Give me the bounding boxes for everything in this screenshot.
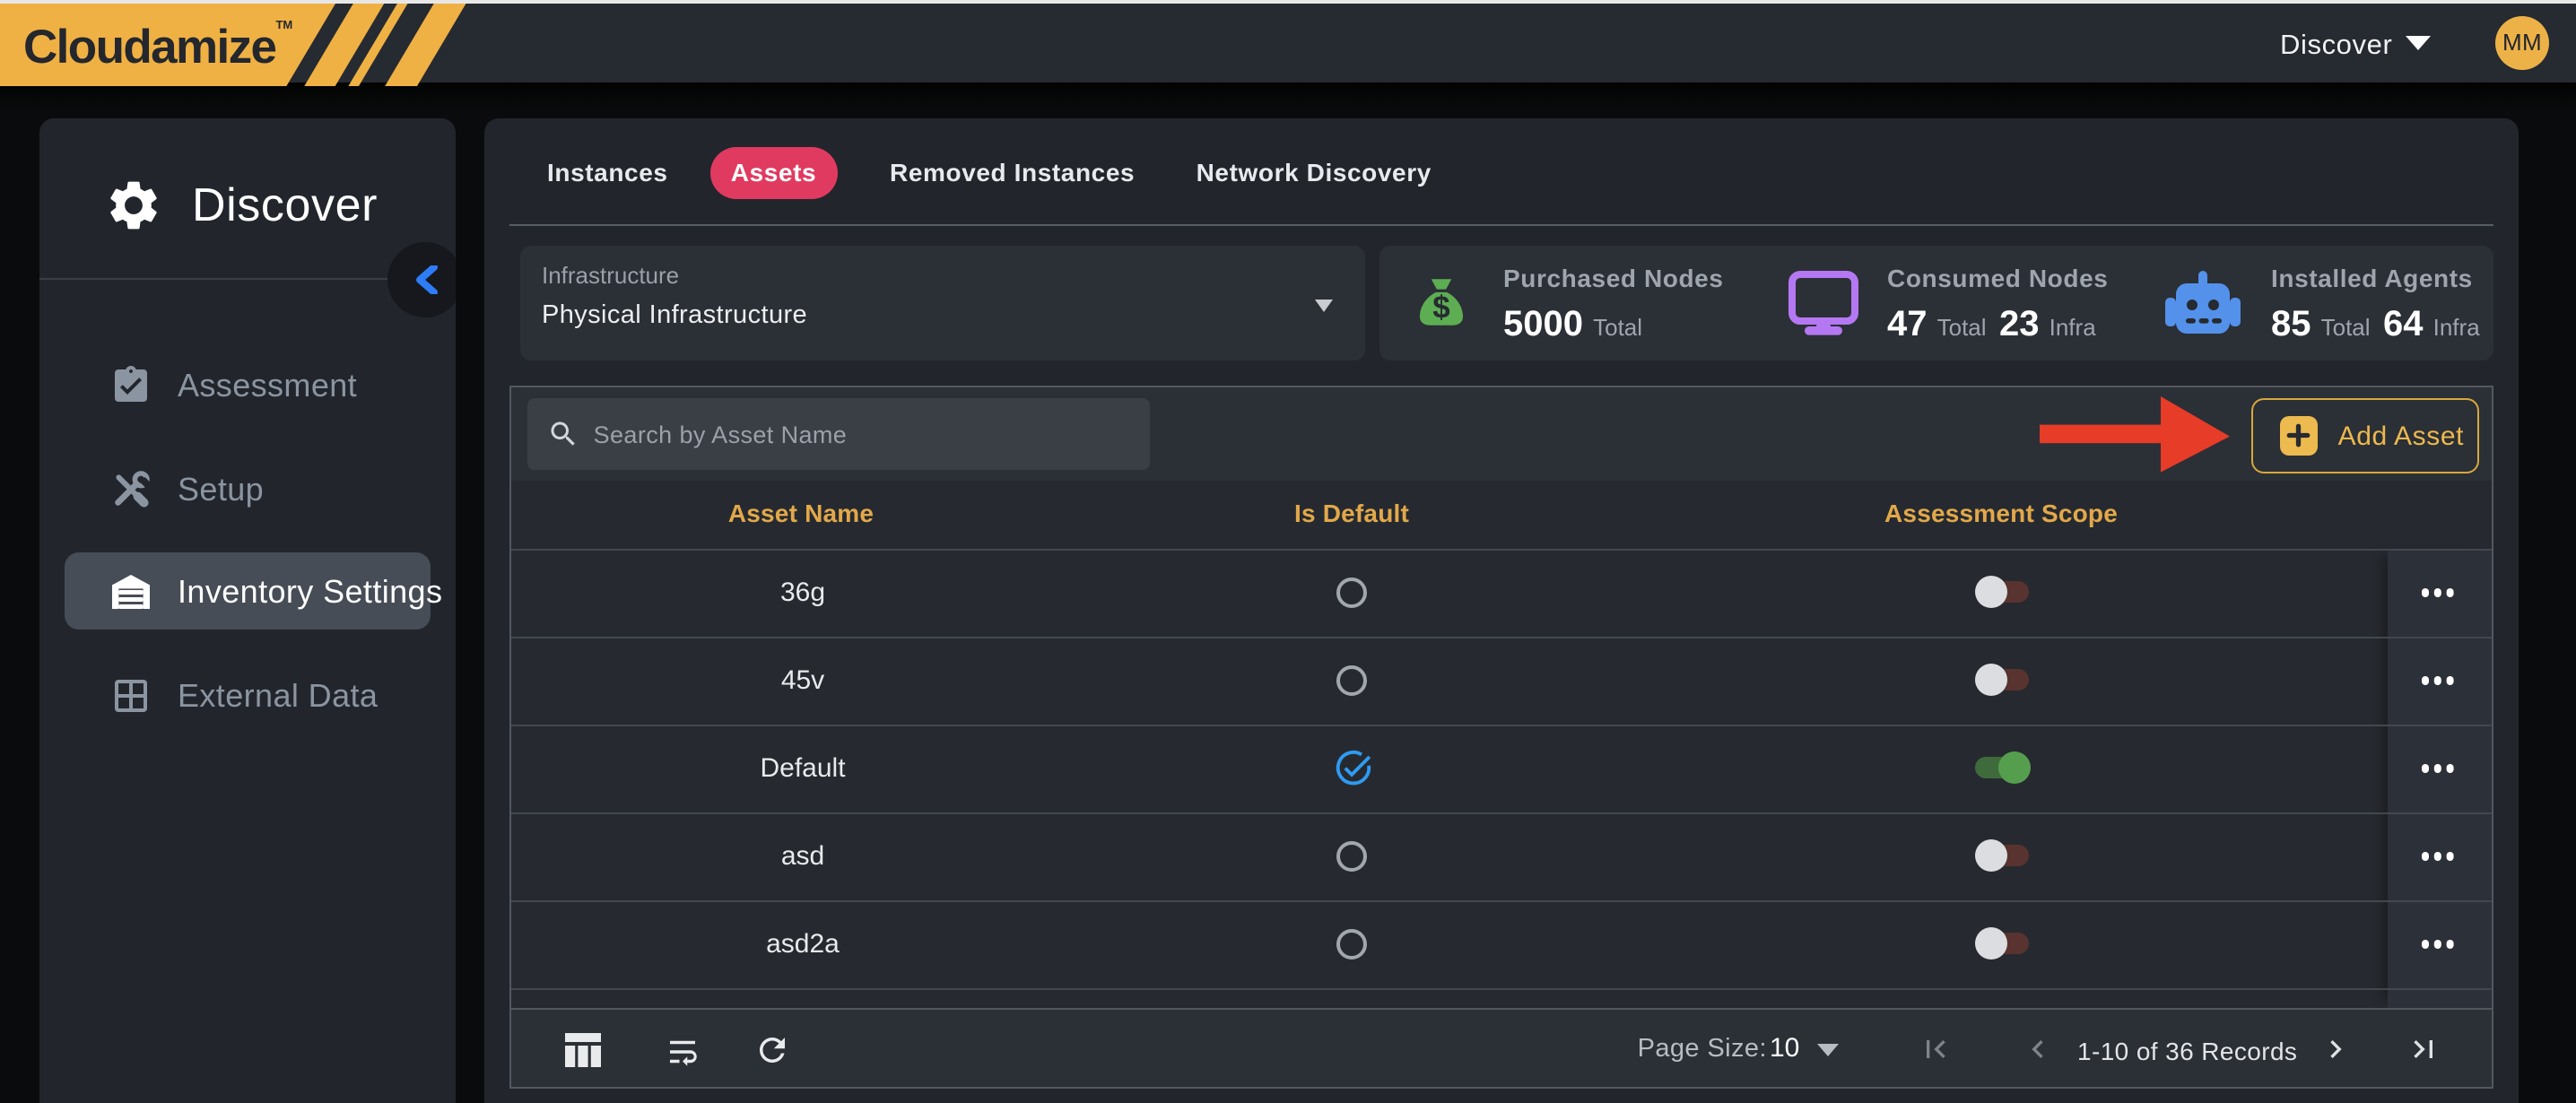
svg-text:$: $ [1432,290,1449,325]
